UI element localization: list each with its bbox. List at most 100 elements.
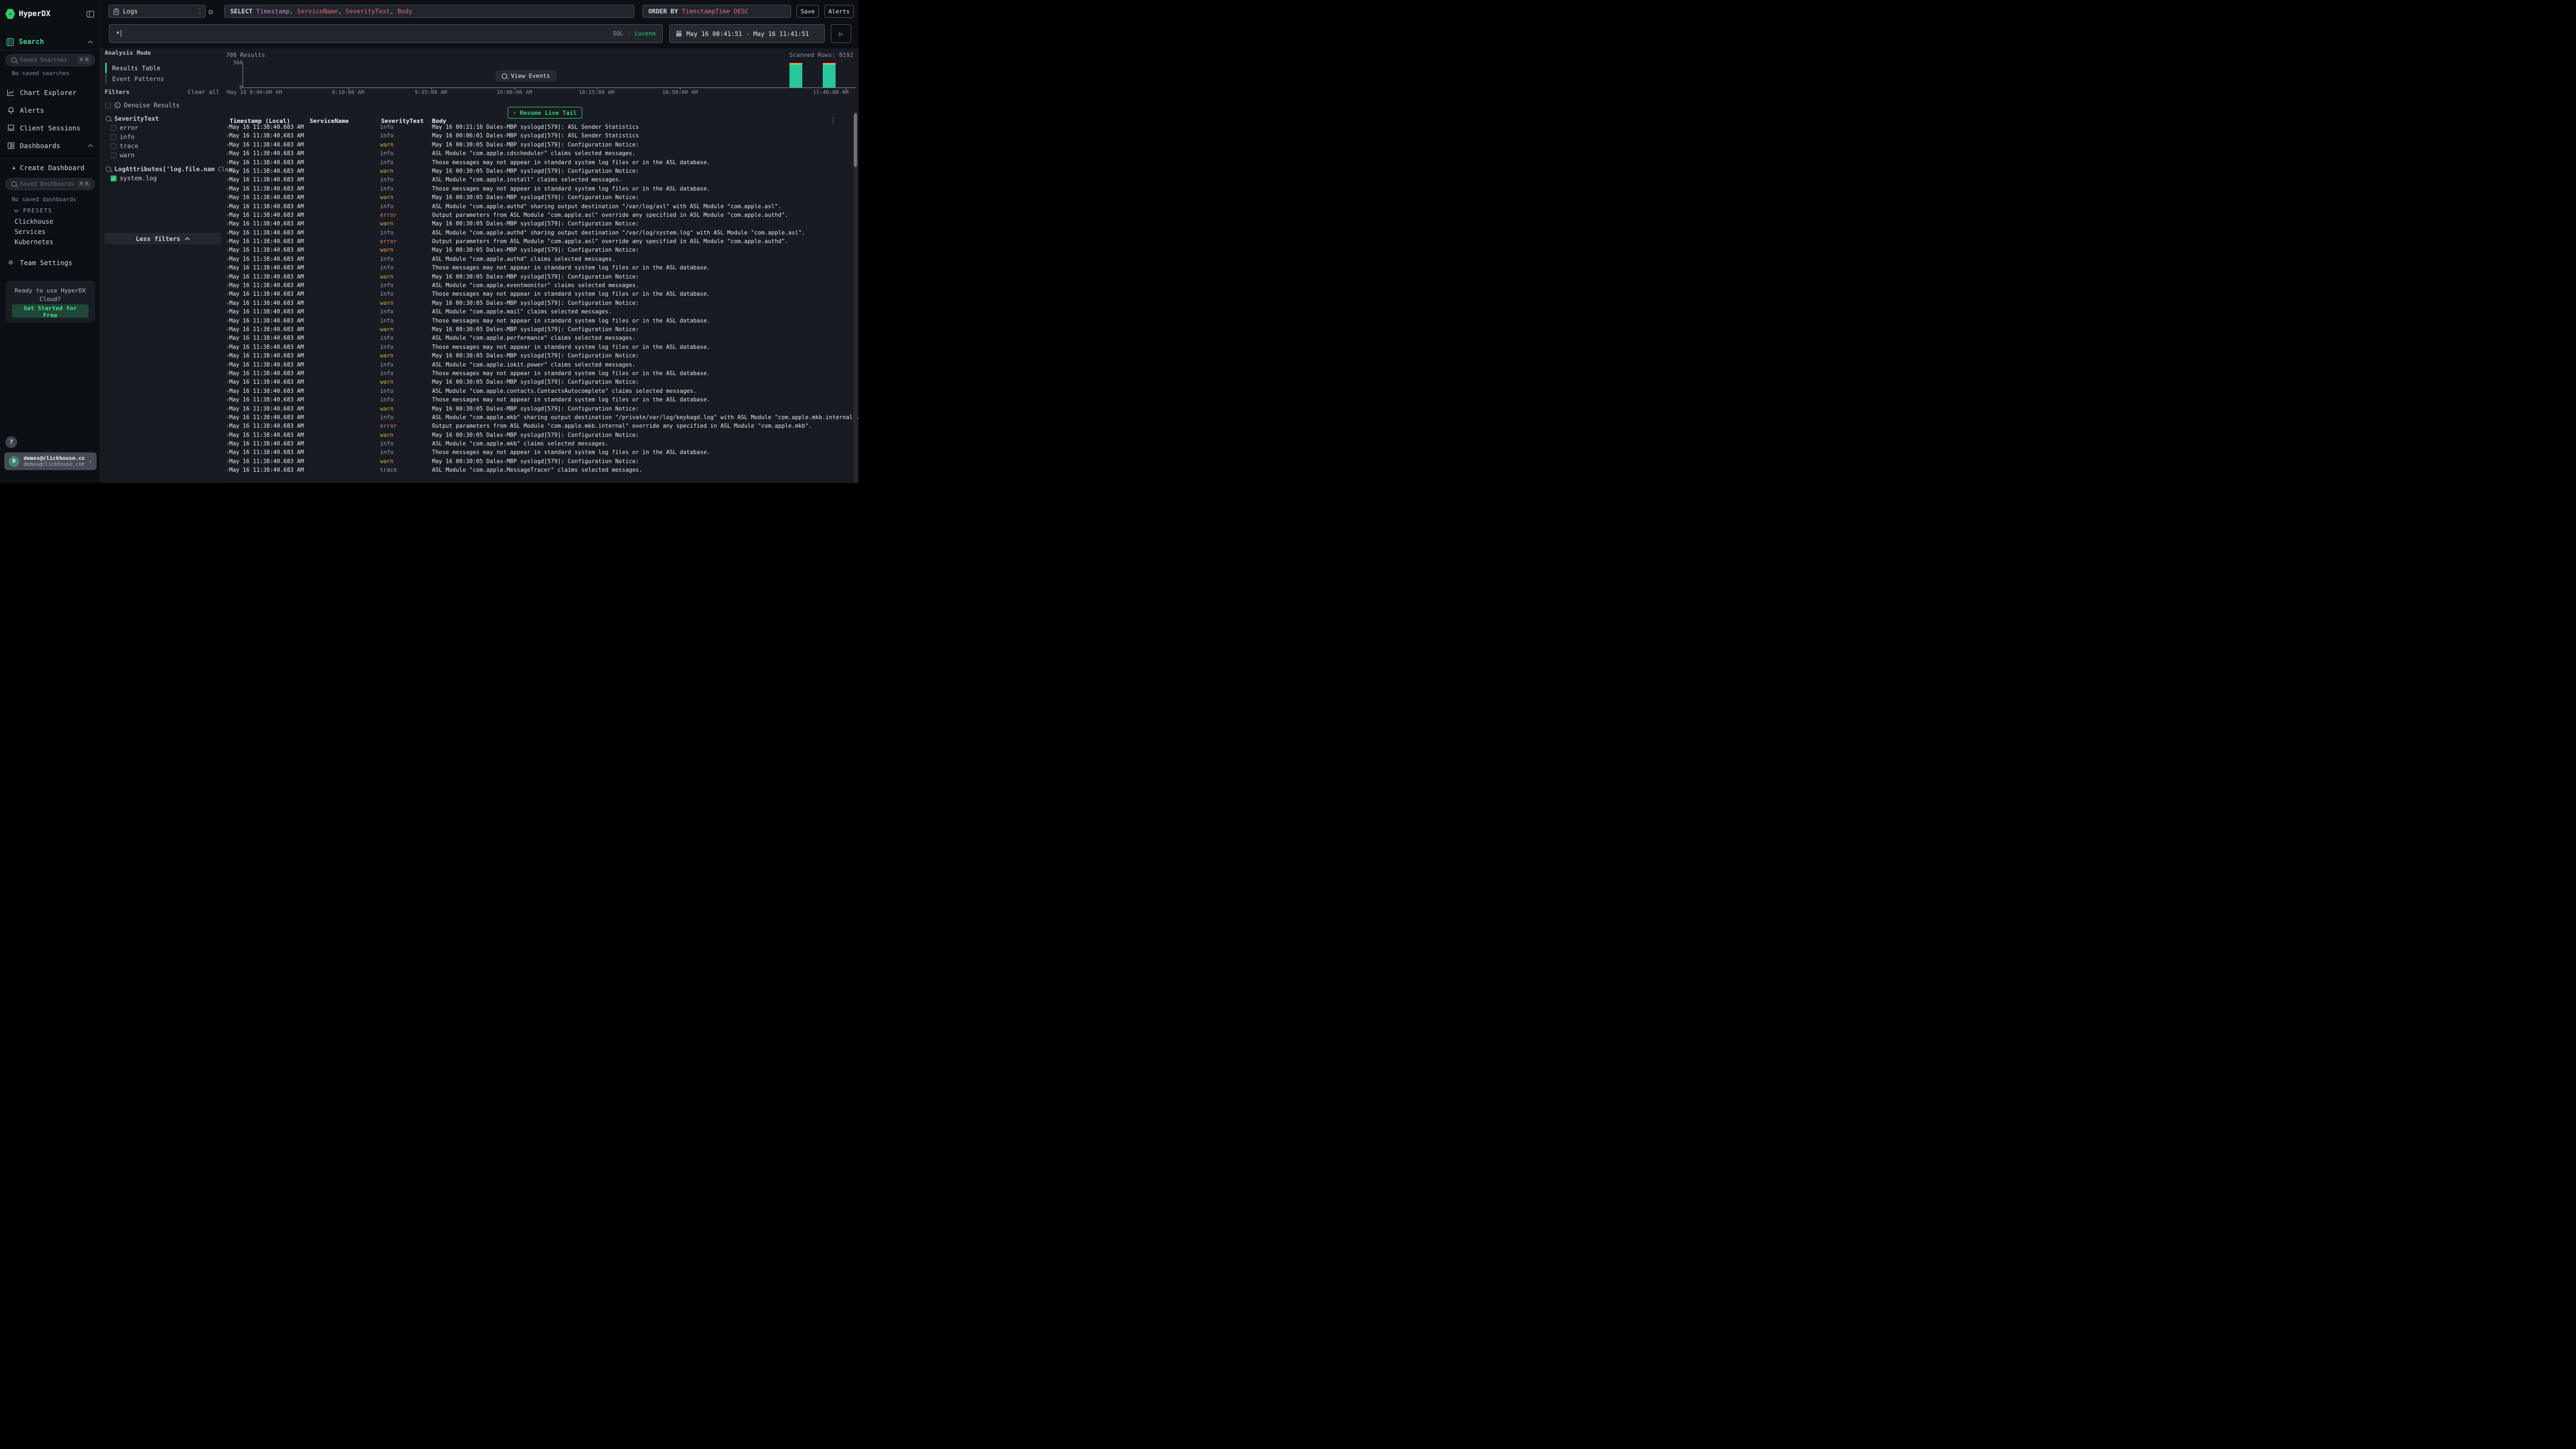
saved-searches-input[interactable]: Saved Searches ⌘ K — [5, 54, 95, 66]
table-row[interactable]: ›May 16 11:38:40.683 AMerrorOutput param… — [225, 422, 859, 431]
save-button[interactable]: Save — [796, 5, 819, 18]
table-row[interactable]: ›May 16 11:38:40.683 AMwarnMay 16 00:30:… — [225, 352, 859, 361]
less-filters-button[interactable]: Less filters — [105, 233, 221, 244]
table-row[interactable]: ›May 16 11:38:40.683 AMinfoThose message… — [225, 317, 859, 326]
get-started-button[interactable]: Get Started for Free — [12, 304, 89, 318]
column-drag-handle-icon[interactable]: ⋮ — [304, 118, 309, 123]
histogram-bar[interactable] — [823, 63, 836, 87]
table-row[interactable]: ›May 16 11:38:40.683 AMinfoASL Module "c… — [225, 176, 859, 185]
table-row[interactable]: ›May 16 11:38:40.683 AMinfoASL Module "c… — [225, 387, 859, 396]
table-row[interactable]: ›May 16 11:38:40.683 AMinfoThose message… — [225, 396, 859, 405]
table-row[interactable]: ›May 16 11:38:40.683 AMinfoThose message… — [225, 159, 859, 167]
sidebar-item-dashboards[interactable]: Dashboards — [0, 140, 100, 151]
sidebar-item-search[interactable]: Search — [0, 34, 100, 50]
table-row[interactable]: ›May 16 11:38:40.683 AMwarnMay 16 00:30:… — [225, 431, 859, 440]
table-row[interactable]: ›May 16 11:38:40.683 AMwarnMay 16 00:30:… — [225, 326, 859, 334]
run-query-button[interactable]: ▷ — [831, 24, 851, 43]
chevron-up-icon[interactable] — [87, 40, 93, 44]
table-row[interactable]: ›May 16 11:38:40.683 AMinfoASL Module "c… — [225, 308, 859, 317]
table-row[interactable]: ›May 16 11:38:40.683 AMwarnMay 16 00:30:… — [225, 141, 859, 150]
sidebar-item-team-settings[interactable]: ⚙ Team Settings — [0, 257, 100, 268]
sidebar-item-chart-explorer[interactable]: Chart Explorer — [0, 87, 100, 98]
scrollbar-track[interactable] — [853, 112, 858, 483]
sidebar-item-alerts[interactable]: Alerts — [0, 105, 100, 115]
table-row[interactable]: ›May 16 11:38:40.683 AMinfoASL Module "c… — [225, 334, 859, 343]
saved-dashboards-input[interactable]: Saved Dashboards ⌘ K — [5, 178, 95, 190]
severity-option-error[interactable]: error — [111, 124, 138, 131]
preset-clickhouse[interactable]: Clickhouse — [14, 218, 53, 225]
table-row[interactable]: ›May 16 11:38:40.683 AMinfoASL Module "c… — [225, 150, 859, 158]
source-select[interactable]: Logs ⌃⌃ — [108, 5, 206, 18]
severity-option-trace[interactable]: trace — [111, 142, 138, 150]
mode-event-patterns[interactable]: Event Patterns — [105, 74, 164, 84]
checkbox-icon[interactable] — [105, 103, 111, 108]
checkbox-icon[interactable] — [111, 152, 116, 158]
search-query-input[interactable]: * SQL | Lucene — [109, 24, 663, 43]
checkbox-checked-icon[interactable]: ✓ — [111, 175, 116, 181]
order-by-input[interactable]: ORDER BY TimestampTime DESC — [642, 5, 791, 18]
table-row[interactable]: ›May 16 11:38:40.683 AMwarnMay 16 00:30:… — [225, 458, 859, 466]
table-row[interactable]: ›May 16 11:38:40.683 AMinfoThose message… — [225, 290, 859, 299]
source-settings-gear-icon[interactable]: ⚙ — [208, 7, 213, 17]
table-row[interactable]: ›May 16 11:38:40.683 AMerrorOutput param… — [225, 238, 859, 246]
column-drag-handle-icon[interactable]: ⋮ — [427, 118, 431, 123]
chevron-up-icon[interactable] — [87, 144, 93, 148]
table-row[interactable]: ›May 16 11:38:40.683 AMwarnMay 16 00:30:… — [225, 378, 859, 387]
histogram-bar[interactable] — [789, 63, 802, 87]
user-menu[interactable]: D demos@clickhouse.com demos@clickhouse.… — [4, 452, 97, 470]
checkbox-icon[interactable] — [111, 125, 116, 131]
table-row[interactable]: ›May 16 11:38:40.683 AMinfoThose message… — [225, 185, 859, 194]
lucene-toggle[interactable]: Lucene — [634, 30, 656, 37]
help-button[interactable]: ? — [5, 436, 17, 448]
sql-toggle[interactable]: SQL — [613, 30, 624, 37]
table-row[interactable]: ›May 16 11:38:40.683 AMtraceASL Module "… — [225, 466, 859, 475]
alerts-button[interactable]: Alerts — [824, 5, 854, 18]
preset-kubernetes[interactable]: Kubernetes — [14, 238, 53, 246]
table-row[interactable]: ›May 16 11:38:40.683 AMinfoASL Module "c… — [225, 229, 859, 238]
create-dashboard-button[interactable]: + Create Dashboard — [0, 162, 100, 173]
table-options-kebab-icon[interactable]: ⋮ — [830, 116, 836, 124]
clear-all-button[interactable]: Clear all — [187, 89, 219, 96]
cell-severity: info — [380, 414, 393, 421]
table-row[interactable]: ›May 16 11:38:40.683 AMwarnMay 16 00:30:… — [225, 246, 859, 255]
system-log-checkbox[interactable]: ✓ system.log — [111, 174, 157, 182]
table-row[interactable]: ›May 16 11:38:40.683 AMinfoThose message… — [225, 264, 859, 273]
table-row[interactable]: ›May 16 11:38:40.683 AMinfoASL Module "c… — [225, 203, 859, 211]
table-row[interactable]: ›May 16 11:38:40.683 AMinfoASL Module "c… — [225, 255, 859, 264]
checkbox-icon[interactable] — [111, 134, 116, 140]
table-row[interactable]: ›May 16 11:38:40.683 AMwarnMay 16 00:30:… — [225, 405, 859, 414]
sidebar-collapse-icon[interactable] — [86, 11, 94, 18]
column-drag-handle-icon[interactable]: ⋮ — [375, 118, 379, 123]
table-row[interactable]: ›May 16 11:38:40.683 AMinfoASL Module "c… — [225, 282, 859, 290]
table-row[interactable]: ›May 16 11:38:40.683 AMinfoASL Module "c… — [225, 440, 859, 449]
select-query-input[interactable]: SELECT Timestamp, ServiceName, SeverityT… — [224, 5, 634, 18]
table-row[interactable]: ›May 16 11:38:40.683 AMwarnMay 16 00:30:… — [225, 273, 859, 282]
resume-live-tail-button[interactable]: ⚡ Resume Live Tail — [508, 107, 582, 119]
table-row[interactable]: ›May 16 11:38:40.683 AMerrorOutput param… — [225, 211, 859, 220]
analysis-mode-label: Analysis Mode — [105, 49, 151, 56]
table-row[interactable]: ›May 16 11:38:40.683 AMinfoASL Module "c… — [225, 414, 859, 422]
sidebar-item-label: Team Settings — [20, 259, 72, 267]
table-row[interactable]: ›May 16 11:38:40.683 AMwarnMay 16 00:30:… — [225, 220, 859, 229]
table-row[interactable]: ›May 16 11:38:40.683 AMwarnMay 16 00:30:… — [225, 167, 859, 176]
denoise-results-checkbox[interactable]: Denoise Results — [105, 101, 180, 109]
date-range-picker[interactable]: May 16 08:41:51 - May 16 11:41:51 — [669, 24, 825, 43]
preset-services[interactable]: Services — [14, 228, 46, 236]
sidebar-item-client-sessions[interactable]: Client Sessions — [0, 122, 100, 133]
table-row[interactable]: ›May 16 11:38:40.683 AMinfoMay 16 00:21:… — [225, 123, 859, 132]
table-row[interactable]: ›May 16 11:38:40.683 AMinfoASL Module "c… — [225, 361, 859, 370]
mode-results-table[interactable]: Results Table — [105, 63, 160, 73]
severity-option-warn[interactable]: warn — [111, 151, 135, 159]
table-row[interactable]: ›May 16 11:38:40.683 AMwarnMay 16 00:30:… — [225, 299, 859, 308]
cell-severity: error — [380, 238, 397, 245]
table-row[interactable]: ›May 16 11:38:40.683 AMinfoThose message… — [225, 370, 859, 378]
scrollbar-thumb[interactable] — [854, 113, 857, 167]
table-row[interactable]: ›May 16 11:38:40.683 AMinfoThose message… — [225, 449, 859, 457]
table-row[interactable]: ›May 16 11:38:40.683 AMwarnMay 16 00:30:… — [225, 194, 859, 202]
view-events-button[interactable]: View Events — [495, 70, 557, 82]
table-row[interactable]: ›May 16 11:38:40.683 AMinfoMay 16 00:06:… — [225, 132, 859, 141]
table-row[interactable]: ›May 16 11:38:40.683 AMinfoThose message… — [225, 343, 859, 352]
severity-option-info[interactable]: info — [111, 133, 135, 141]
presets-toggle[interactable]: PRESETS — [13, 208, 53, 214]
checkbox-icon[interactable] — [111, 143, 116, 149]
